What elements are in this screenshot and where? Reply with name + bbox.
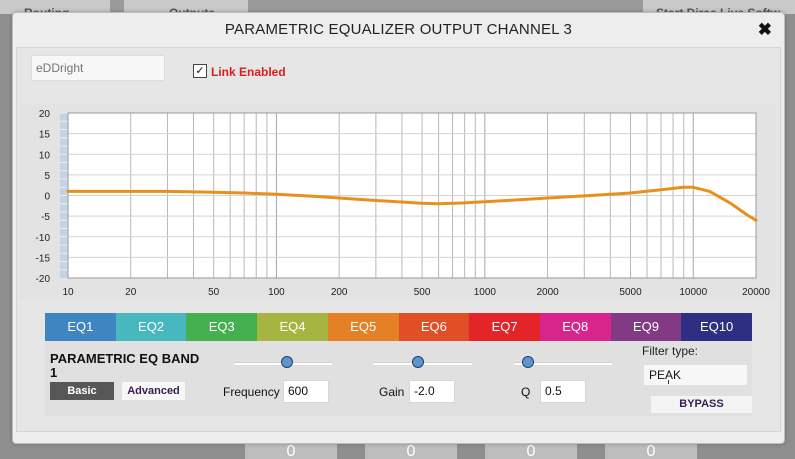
bypass-button[interactable]: BYPASS <box>651 396 752 413</box>
frequency-input[interactable]: 600 <box>283 380 329 403</box>
y-tick-label: 10 <box>39 150 51 161</box>
q-slider-thumb[interactable] <box>521 356 534 368</box>
y-tick-label: 20 <box>39 109 51 120</box>
eq-response-plot: 20151050-5-10-15-2010 20 50 100 200 500 1000 20… <box>36 109 771 298</box>
link-enabled-label: Link Enabled <box>211 65 286 79</box>
x-tick-label: 1000 <box>474 287 497 298</box>
x-tick-label: 200 <box>331 287 348 298</box>
tab-eq2[interactable]: EQ2 <box>115 313 187 341</box>
band-title: PARAMETRIC EQ BAND 1 <box>50 351 200 380</box>
y-tick-label: -5 <box>41 212 50 223</box>
y-tick-label: 5 <box>44 171 50 182</box>
frequency-label: Frequency <box>223 385 280 399</box>
y-tick-label: -20 <box>36 274 51 285</box>
link-enabled-checkbox[interactable]: ✓ <box>193 64 207 78</box>
tab-eq5[interactable]: EQ5 <box>327 313 399 341</box>
close-icon[interactable]: ✖ <box>758 20 772 40</box>
y-tick-label: 15 <box>39 130 51 141</box>
tab-eq9[interactable]: EQ9 <box>610 313 682 341</box>
eq-band-tabs: EQ1 EQ2 EQ3 EQ4 EQ5 EQ6 EQ7 EQ8 EQ9 EQ10 <box>45 313 753 341</box>
dialog-title: PARAMETRIC EQUALIZER OUTPUT CHANNEL 3 <box>224 21 573 38</box>
gain-slider-thumb[interactable] <box>412 356 425 368</box>
eq-response-chart: 20 15 10 5 0 -5 -10 -15 -20 10 20 50 100 200 500 1000 20… <box>20 104 776 300</box>
parametric-equalizer-dialog: PARAMETRIC EQUALIZER OUTPUT CHANNEL 3 ✖ … <box>12 12 785 444</box>
channel-name-input[interactable] <box>31 55 165 81</box>
tab-eq7[interactable]: EQ7 <box>469 313 540 341</box>
band-settings-panel: PARAMETRIC EQ BAND 1 Basic Advanced Freq… <box>45 341 752 416</box>
filter-type-label: Filter type: <box>642 344 699 358</box>
x-tick-label: 2000 <box>536 287 559 298</box>
advanced-mode-button[interactable]: Advanced <box>122 382 185 400</box>
y-tick-label: 0 <box>44 192 50 203</box>
x-tick-label: 20 <box>125 287 137 298</box>
x-tick-label: 10 <box>62 287 74 298</box>
tab-eq1[interactable]: EQ1 <box>45 313 116 341</box>
gain-input[interactable]: -2.0 <box>409 380 455 403</box>
gain-label: Gain <box>379 385 405 399</box>
filter-type-select[interactable]: PEAK <box>644 365 747 385</box>
q-label: Q <box>521 385 531 399</box>
tab-eq4[interactable]: EQ4 <box>257 313 328 341</box>
basic-mode-button[interactable]: Basic <box>50 382 114 400</box>
filter-type-value: PEAK <box>649 368 682 382</box>
x-tick-label: 500 <box>414 287 431 298</box>
tab-eq8[interactable]: EQ8 <box>539 313 611 341</box>
q-input[interactable]: 0.5 <box>540 380 586 403</box>
dialog-content: ✓ Link Enabled 20151050-5-10-15-20102050… <box>16 47 781 432</box>
x-tick-label: 10000 <box>679 287 707 298</box>
x-tick-label: 100 <box>268 287 285 298</box>
tab-eq10[interactable]: EQ10 <box>681 313 753 341</box>
select-caret-icon <box>668 380 669 384</box>
y-tick-label: -15 <box>36 253 51 264</box>
y-tick-label: -10 <box>36 233 51 244</box>
tab-eq3[interactable]: EQ3 <box>186 313 258 341</box>
frequency-slider-thumb[interactable] <box>280 356 293 368</box>
x-tick-label: 50 <box>208 287 220 298</box>
x-tick-label: 5000 <box>619 287 642 298</box>
tab-eq6[interactable]: EQ6 <box>398 313 470 341</box>
x-tick-label: 20000 <box>742 287 770 298</box>
